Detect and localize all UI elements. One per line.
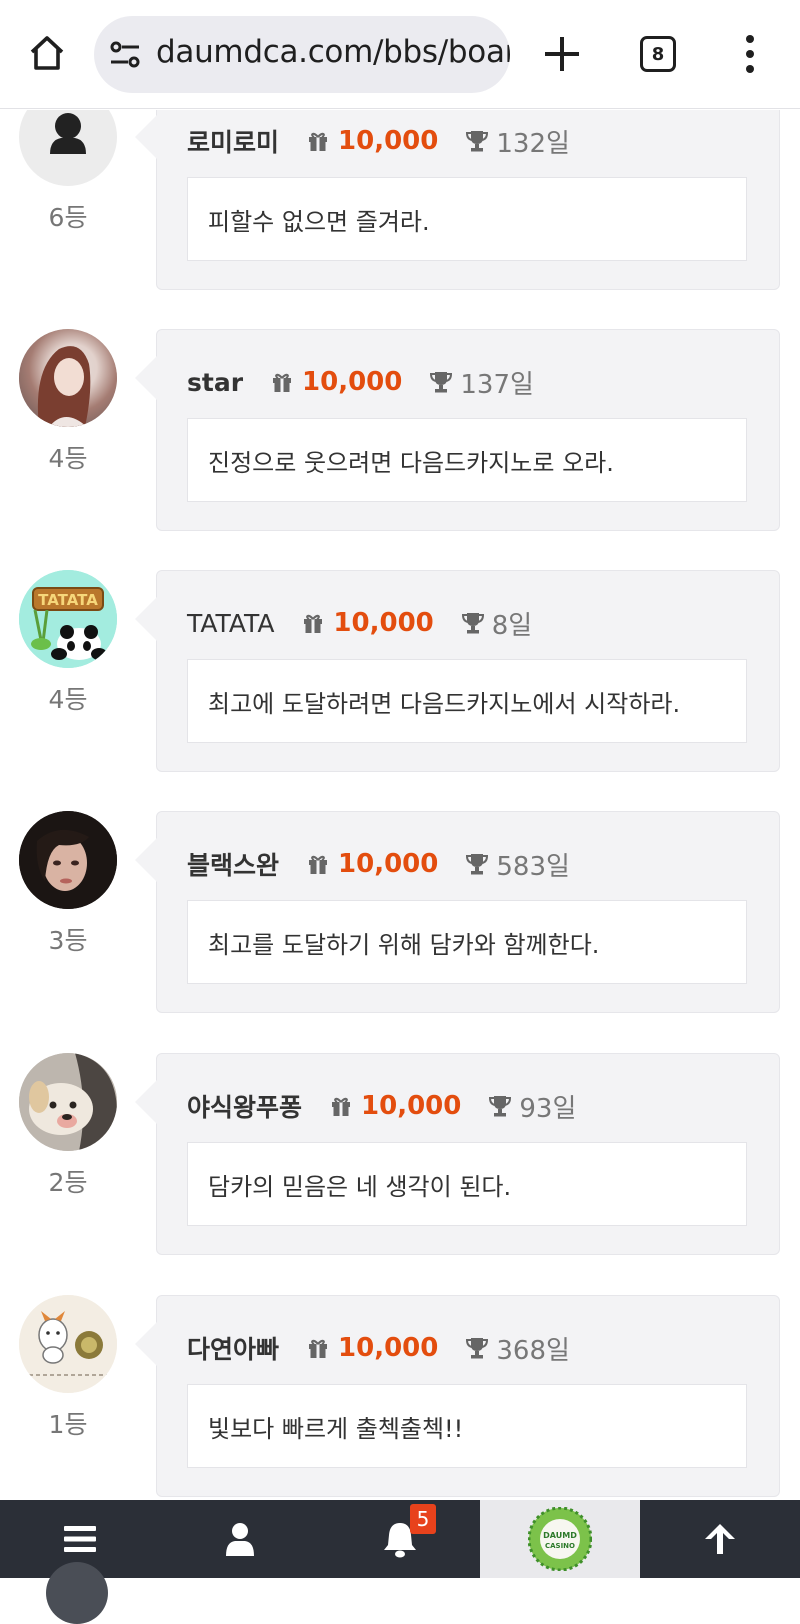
comment-card: TATATA 10,000 8일 최고에 도달하려면 다음드카지노에서 시작하라… [135,570,780,772]
trophy-icon [466,1338,489,1359]
nav-home-logo[interactable]: DAUMD CASINO [480,1500,640,1578]
logo-text-top: DAUMD [543,1531,577,1540]
attendance-days: 137일 [460,369,534,400]
username[interactable]: TATATA [187,609,274,638]
comment-meta: TATATA 10,000 8일 [187,605,532,641]
site-settings-icon[interactable] [108,38,142,72]
points-value: 10,000 [338,849,439,879]
avatar[interactable] [19,811,117,909]
trophy-icon [430,372,453,393]
list-item: 1등 다연아빠 10,000 368일 빛보다 빠르게 출첵출첵!! [0,1295,800,1499]
attendance-days: 93일 [519,1093,577,1124]
rank-label: 1등 [48,1410,88,1439]
list-item: 6등 로미로미 10,000 132일 피할수 없으면 즐겨라. [0,110,800,292]
profile-illustration: TATATA [19,570,117,668]
arrow-up-icon [705,1524,735,1554]
tab-switcher-button[interactable]: 8 [640,36,676,72]
list-item: 3등 블랙스완 10,000 583일 최고를 도달하기 위해 담카와 함께한다… [0,811,800,1015]
nav-scroll-top-button[interactable] [640,1500,800,1578]
rank-label: 4등 [48,685,88,714]
comment-text: 담카의 믿음은 네 생각이 된다. [187,1142,747,1226]
gift-icon [309,855,328,874]
trophy-icon [466,854,489,875]
comment-meta: 야식왕푸퐁 10,000 93일 [187,1088,576,1124]
new-tab-icon[interactable] [540,32,584,76]
attendance-days: 368일 [496,1335,570,1366]
rank-label: 4등 [48,444,88,473]
attendance-days: 132일 [496,128,570,159]
list-item: TATATA 4등 TATATA 10,000 8일 최고에 도달하려면 다음드… [0,570,800,774]
trophy-icon [489,1096,512,1117]
comment-text: 최고에 도달하려면 다음드카지노에서 시작하라. [187,659,747,743]
avatar[interactable] [19,1295,117,1393]
scroll-handle[interactable] [46,1562,108,1624]
avatar[interactable] [19,329,117,427]
notification-badge: 5 [410,1504,436,1534]
rank-label: 6등 [48,203,88,232]
gift-icon [332,1097,351,1116]
more-options-icon[interactable] [740,34,760,74]
list-item: 4등 star 10,000 137일 진정으로 웃으려면 다음드카지노로 오라… [0,329,800,533]
comment-card: star 10,000 137일 진정으로 웃으려면 다음드카지노로 오라. [135,329,780,531]
trophy-icon [466,131,489,152]
gift-icon [309,1339,328,1358]
home-button[interactable] [24,30,70,76]
address-bar[interactable]: daumdca.com/bbs/board [94,16,510,93]
avatar[interactable]: TATATA [19,570,117,668]
comment-text: 진정으로 웃으려면 다음드카지노로 오라. [187,418,747,502]
profile-photo [19,1053,117,1151]
rank-label: 2등 [48,1168,88,1197]
trophy-icon [461,613,484,634]
list-item: 2등 야식왕푸퐁 10,000 93일 담카의 믿음은 네 생각이 된다. [0,1053,800,1257]
username[interactable]: 다연아빠 [187,1330,279,1366]
comment-meta: 블랙스완 10,000 583일 [187,846,570,882]
points-value: 10,000 [338,126,439,156]
gift-icon [304,614,323,633]
default-user-icon [50,113,86,154]
nav-menu-button[interactable] [0,1500,160,1624]
menu-icon [64,1526,96,1552]
comment-meta: star 10,000 137일 [187,364,534,400]
tab-count: 8 [651,43,665,65]
comment-text: 최고를 도달하기 위해 담카와 함께한다. [187,900,747,984]
avatar[interactable] [19,110,117,186]
gift-icon [273,373,292,392]
nav-user-button[interactable] [160,1500,320,1578]
attendance-days: 583일 [496,851,570,882]
comment-card: 다연아빠 10,000 368일 빛보다 빠르게 출첵출첵!! [135,1295,780,1497]
home-icon [30,36,64,70]
comment-card: 블랙스완 10,000 583일 최고를 도달하기 위해 담카와 함께한다. [135,811,780,1013]
gift-icon [309,132,328,151]
comment-text: 빛보다 빠르게 출첵출첵!! [187,1384,747,1468]
bottom-nav: 5 DAUMD CASINO [0,1500,800,1624]
daumd-casino-logo: DAUMD CASINO [528,1507,592,1571]
comment-meta: 다연아빠 10,000 368일 [187,1330,570,1366]
points-value: 10,000 [333,608,434,638]
url-text[interactable]: daumdca.com/bbs/board [156,34,510,70]
logo-text-bottom: CASINO [545,1542,575,1550]
comment-card: 로미로미 10,000 132일 피할수 없으면 즐겨라. [135,110,780,290]
profile-photo [19,811,117,909]
comment-card: 야식왕푸퐁 10,000 93일 담카의 믿음은 네 생각이 된다. [135,1053,780,1255]
rank-label: 3등 [48,926,88,955]
username[interactable]: 로미로미 [187,123,279,159]
user-icon [226,1523,254,1556]
profile-illustration [19,1295,117,1393]
points-value: 10,000 [302,367,403,397]
username[interactable]: star [187,368,243,397]
username[interactable]: 블랙스완 [187,846,279,882]
attendance-list: 6등 로미로미 10,000 132일 피할수 없으면 즐겨라. 4등 star… [0,110,800,1500]
attendance-days: 8일 [491,610,533,641]
points-value: 10,000 [361,1091,462,1121]
comment-meta: 로미로미 10,000 132일 [187,123,570,159]
nav-notifications-button[interactable]: 5 [320,1500,480,1578]
profile-photo [19,329,117,427]
comment-text: 피할수 없으면 즐겨라. [187,177,747,261]
username[interactable]: 야식왕푸퐁 [187,1088,302,1124]
browser-toolbar: daumdca.com/bbs/board 8 [0,0,800,109]
points-value: 10,000 [338,1333,439,1363]
avatar[interactable] [19,1053,117,1151]
avatar-lettering: TATATA [38,591,98,609]
